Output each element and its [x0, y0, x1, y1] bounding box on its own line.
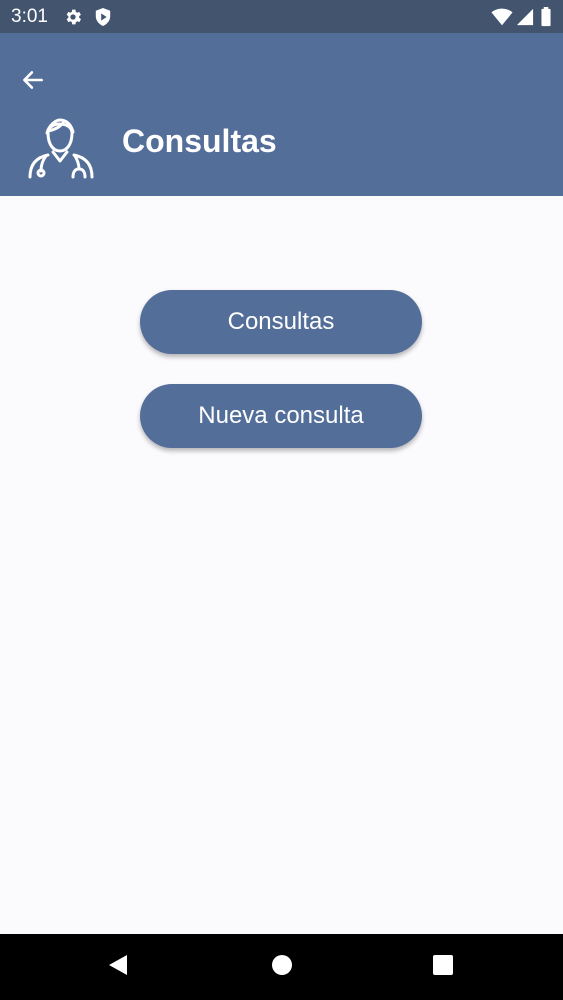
signal-icon	[516, 7, 534, 27]
nueva-consulta-button[interactable]: Nueva consulta	[140, 384, 422, 448]
nav-recents-button[interactable]	[423, 947, 463, 987]
page-title: Consultas	[122, 123, 277, 159]
app-bar: Consultas	[0, 33, 563, 196]
wifi-icon	[491, 7, 513, 27]
home-circle-icon	[271, 954, 293, 981]
arrow-left-icon	[20, 67, 46, 98]
main-content: Consultas Nueva consulta	[0, 196, 563, 934]
battery-icon	[540, 7, 552, 27]
gear-icon	[63, 7, 83, 27]
nav-back-button[interactable]	[98, 947, 138, 987]
status-bar: 3:01	[0, 0, 563, 33]
nav-home-button[interactable]	[262, 947, 302, 987]
system-nav-bar	[0, 934, 563, 1000]
shield-icon	[94, 7, 114, 27]
status-time: 3:01	[11, 6, 48, 27]
back-button[interactable]	[12, 61, 54, 103]
back-triangle-icon	[107, 953, 129, 982]
recents-square-icon	[432, 954, 454, 981]
doctor-icon	[26, 111, 96, 181]
consultas-button[interactable]: Consultas	[140, 290, 422, 354]
